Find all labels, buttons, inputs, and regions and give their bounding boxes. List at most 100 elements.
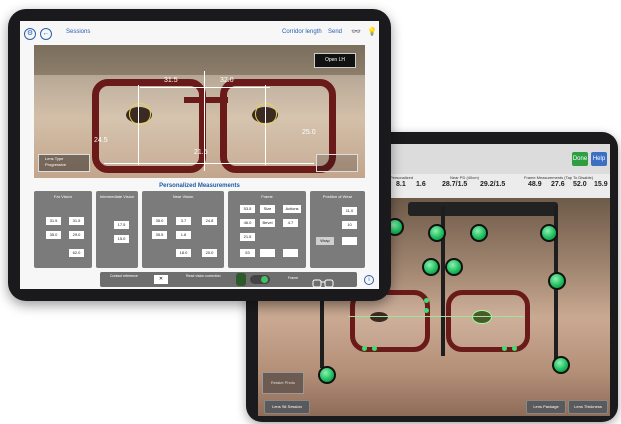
lens-thickness-button[interactable]: Lens Thickness	[568, 400, 608, 414]
edge-marker[interactable]	[372, 346, 377, 351]
far-cell[interactable]: 35.0	[46, 231, 61, 239]
wear-cell[interactable]: 11.0	[342, 207, 357, 215]
toggle-switch[interactable]	[250, 275, 270, 284]
measuring-clip-bar	[408, 202, 558, 216]
value-6: 27.6	[551, 181, 565, 188]
far-cell[interactable]: 31.5	[69, 217, 84, 225]
far-cell[interactable]: 29.0	[69, 231, 84, 239]
frame-cell[interactable]	[260, 249, 275, 257]
clip-marker[interactable]	[552, 356, 570, 374]
left-pupil-target[interactable]	[129, 103, 151, 125]
wrap-button[interactable]: Wrap	[316, 237, 334, 245]
front-tablet-screen: ⚙ ← Sessions Corridor length Send 👓 💡 31…	[20, 21, 379, 289]
value-5: 48.9	[528, 181, 542, 188]
glasses-icon[interactable]: 👓	[351, 27, 361, 36]
clip-marker[interactable]	[428, 224, 446, 242]
read-vision-correction-label: Read vision correction	[186, 274, 221, 278]
value-7: 52.0	[573, 181, 587, 188]
corridor-length-link[interactable]: Corridor length	[282, 29, 322, 35]
frame-cell[interactable]	[283, 249, 298, 257]
frame-cell[interactable]: Size	[260, 205, 275, 213]
help-button[interactable]: Help	[591, 152, 607, 166]
value-4: 29.2/1.5	[480, 181, 506, 188]
near-pd-header: Near PD (40cm)	[450, 175, 479, 180]
frame-cell[interactable]: Actions	[283, 205, 301, 213]
right-pd-value: 32.0	[220, 77, 234, 84]
intermediate-vision-panel: Intermediate Vision 17.5 15.0	[96, 191, 138, 268]
left-eye	[370, 312, 388, 322]
send-link[interactable]: Send	[328, 29, 342, 35]
lens-package-button[interactable]: Lens Package	[526, 400, 566, 414]
frame-cell[interactable]: 4.7	[283, 219, 298, 227]
lens-type-value: Progressive	[45, 162, 67, 167]
done-button[interactable]: Done	[572, 152, 588, 166]
right-pupil-target[interactable]	[255, 103, 277, 125]
lens-type-box[interactable]: Lens Type Progressive	[38, 154, 90, 172]
clip-marker[interactable]	[540, 224, 558, 242]
clip-marker[interactable]	[470, 224, 488, 242]
left-vertical-line	[138, 85, 139, 165]
bridge-value: 21.5	[194, 149, 208, 156]
lens-sit-session-button[interactable]: Lens Sit Session	[264, 400, 310, 414]
value-2: 1.6	[416, 181, 426, 188]
intermediate-cell[interactable]: 15.0	[114, 235, 129, 243]
wear-cell[interactable]	[342, 237, 357, 245]
frame-cell[interactable]: 53	[240, 249, 255, 257]
near-cell[interactable]: 3.7	[176, 217, 191, 225]
right-overlay-box[interactable]	[316, 154, 358, 172]
frame-icon[interactable]	[312, 275, 334, 288]
pupil-line	[348, 316, 524, 317]
back-arrow-icon[interactable]: ←	[40, 28, 52, 40]
contact-reference-label: Contact reference	[110, 274, 138, 278]
near-cell[interactable]: 24.8	[202, 217, 217, 225]
clip-marker[interactable]	[318, 366, 336, 384]
person-icon	[236, 273, 246, 286]
near-cell[interactable]: 35.0	[152, 217, 167, 225]
frame-cell[interactable]: 21.5	[240, 233, 255, 241]
far-cell[interactable]: 31.5	[46, 217, 61, 225]
frame-cell[interactable]: Bevel	[260, 219, 275, 227]
front-topbar: ⚙ ← Sessions Corridor length Send 👓 💡	[20, 21, 379, 45]
frame-cell[interactable]: 46.0	[240, 219, 255, 227]
close-icon[interactable]: ✕	[154, 275, 168, 284]
far-vision-panel: Far Vision 31.5 31.5 35.0 29.0 62.0	[34, 191, 92, 268]
bottom-line	[104, 163, 314, 164]
edge-marker[interactable]	[362, 346, 367, 351]
section-title: Personalized Measurements	[159, 183, 240, 189]
info-icon[interactable]: i	[364, 275, 374, 285]
edge-marker[interactable]	[424, 308, 429, 313]
clip-marker[interactable]	[422, 258, 440, 276]
clip-marker[interactable]	[548, 272, 566, 290]
right-eye	[472, 310, 492, 324]
retake-photo-button[interactable]: Retake Photo	[262, 372, 304, 394]
wear-cell[interactable]: 10	[342, 221, 357, 229]
near-cell[interactable]: 35.5	[152, 231, 167, 239]
pd-line	[140, 87, 270, 88]
edge-marker[interactable]	[502, 346, 507, 351]
open-lh-button[interactable]: Open LH	[314, 53, 356, 68]
front-left-lens	[92, 79, 206, 173]
near-cell[interactable]: 1.8	[176, 231, 191, 239]
left-height-value: 24.5	[94, 137, 108, 144]
position-of-wear-panel: Position of Wear 11.0 10 Wrap	[310, 191, 365, 268]
frame-cell[interactable]: 53.5	[240, 205, 255, 213]
near-cell[interactable]: 18.0	[176, 249, 191, 257]
near-cell[interactable]: 20.0	[202, 249, 217, 257]
lightbulb-icon[interactable]: 💡	[367, 27, 377, 36]
panel-title: Intermediate Vision	[99, 194, 135, 199]
settings-icon[interactable]: ⚙	[24, 28, 36, 40]
center-line	[204, 71, 205, 171]
panel-title: Near Vision	[172, 194, 194, 199]
clip-marker[interactable]	[445, 258, 463, 276]
far-cell[interactable]: 62.0	[69, 249, 84, 257]
left-pd-value: 31.5	[164, 77, 178, 84]
value-3: 28.7/1.5	[442, 181, 468, 188]
sessions-link[interactable]: Sessions	[66, 29, 90, 35]
intermediate-cell[interactable]: 17.5	[114, 221, 129, 229]
edge-marker[interactable]	[424, 298, 429, 303]
personalized-header: Personalized	[390, 175, 414, 180]
value-8: 15.9	[594, 181, 608, 188]
value-1: 8.1	[396, 181, 406, 188]
near-vision-panel: Near Vision 35.0 3.7 24.8 35.5 1.8 18.0 …	[142, 191, 224, 268]
edge-marker[interactable]	[512, 346, 517, 351]
